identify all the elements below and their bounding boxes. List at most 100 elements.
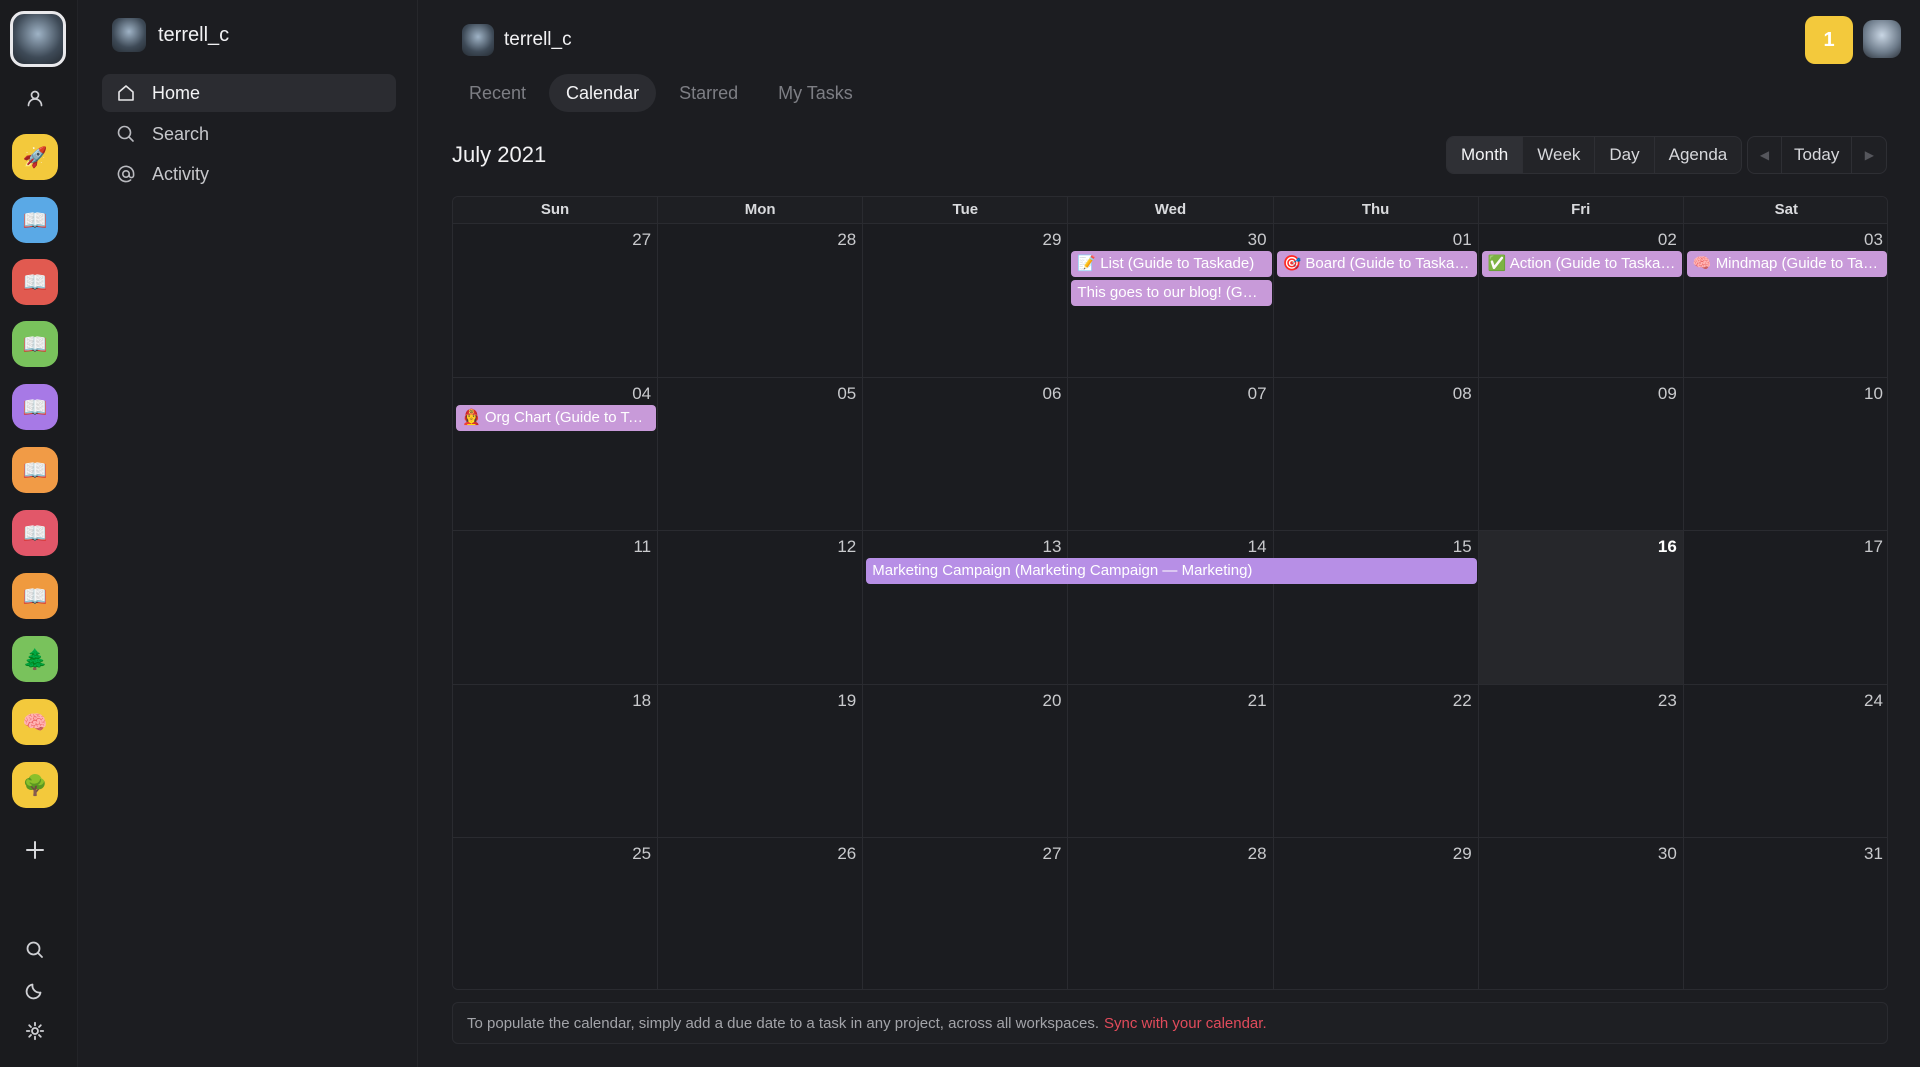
search-icon[interactable] (17, 932, 53, 968)
notification-badge[interactable]: 1 (1805, 16, 1853, 64)
rail-user-icon[interactable] (17, 80, 53, 116)
rail-book-icon[interactable]: 📖 (12, 259, 58, 305)
tab-calendar[interactable]: Calendar (549, 74, 657, 112)
day-number: 05 (837, 383, 857, 403)
calendar-event[interactable]: 📝 List (Guide to Taskade) (1071, 251, 1272, 277)
calendar-day-cell[interactable]: 27 (863, 837, 1069, 989)
previous-month-button[interactable]: ◀ (1748, 137, 1782, 173)
workspace-header[interactable]: terrell_c (462, 24, 572, 56)
calendar-day-cell[interactable]: 30 (1478, 837, 1684, 989)
calendar-day-cell[interactable]: 11 (453, 530, 659, 684)
calendar-event[interactable]: 🧠 Mindmap (Guide to Taskade) (1686, 251, 1887, 277)
sidebar-item-activity[interactable]: Activity (102, 155, 396, 193)
calendar-view-switcher: Month Week Day Agenda (1446, 136, 1743, 174)
profile-avatar[interactable] (10, 11, 66, 67)
calendar-day-cell[interactable]: 09 (1478, 376, 1684, 531)
sidebar-item-home[interactable]: Home (102, 74, 396, 112)
day-number: 30 (1657, 844, 1677, 864)
rail-book-icon[interactable]: 📖 (12, 384, 58, 430)
day-number: 27 (1042, 844, 1062, 864)
rail-book-icon[interactable]: 📖 (12, 447, 58, 493)
view-agenda-button[interactable]: Agenda (1655, 137, 1742, 173)
workspace-avatar (462, 24, 494, 56)
calendar-day-cell[interactable]: 21 (1068, 683, 1274, 838)
day-number: 28 (1247, 844, 1267, 864)
calendar-day-cell[interactable]: 10 (1683, 376, 1887, 531)
rail-tree-icon[interactable]: 🌲 (12, 636, 58, 682)
view-day-button[interactable]: Day (1595, 137, 1655, 173)
rail-tree-icon[interactable]: 🌳 (12, 762, 58, 808)
add-workspace-icon[interactable] (17, 832, 53, 868)
moon-icon[interactable] (17, 972, 53, 1008)
calendar-day-cell[interactable]: 16 (1478, 530, 1684, 684)
day-number: 15 (1452, 537, 1472, 557)
calendar-day-cell[interactable]: 04 (453, 376, 659, 531)
calendar-day-cell[interactable]: 19 (658, 683, 864, 838)
calendar-day-cell[interactable]: 12 (658, 530, 864, 684)
calendar-day-cell[interactable]: 02 (1478, 223, 1684, 377)
view-month-button[interactable]: Month (1447, 137, 1524, 173)
day-number: 31 (1864, 844, 1883, 864)
day-number: 07 (1247, 383, 1267, 403)
calendar-event[interactable]: ✅ Action (Guide to Taskade) (1481, 251, 1682, 277)
calendar-day-cell[interactable]: 24 (1683, 683, 1887, 838)
rail-book-icon[interactable]: 📖 (12, 197, 58, 243)
weekday-label: Thu (1274, 197, 1479, 223)
calendar-day-cell[interactable]: 27 (453, 223, 659, 377)
calendar-event[interactable]: 🎯 Board (Guide to Taskade) (1276, 251, 1477, 277)
calendar-day-cell[interactable]: 28 (1068, 837, 1274, 989)
calendar-event[interactable]: This goes to our blog! (Guide to Taskade… (1071, 280, 1272, 306)
calendar-event[interactable]: 👩‍🚒 Org Chart (Guide to Taskade) (456, 404, 657, 431)
calendar-day-cell[interactable]: 07 (1068, 376, 1274, 531)
tab-starred[interactable]: Starred (662, 74, 755, 112)
workspace-header[interactable]: terrell_c (112, 18, 229, 52)
calendar-day-cell[interactable]: 22 (1273, 683, 1479, 838)
home-icon (118, 85, 134, 101)
rail-book-icon[interactable]: 📖 (12, 510, 58, 556)
calendar-day-cell[interactable]: 15 (1273, 530, 1479, 684)
calendar-event[interactable]: Marketing Campaign (Marketing Campaign —… (866, 558, 1477, 585)
calendar-day-cell[interactable]: 17 (1683, 530, 1887, 684)
calendar-day-cell[interactable]: 20 (863, 683, 1069, 838)
workspace-avatar (112, 18, 146, 52)
calendar-day-cell[interactable]: 06 (863, 376, 1069, 531)
day-number: 22 (1452, 690, 1472, 710)
sync-calendar-link[interactable]: Sync with your calendar. (1104, 1015, 1267, 1032)
rail-brain-icon[interactable]: 🧠 (12, 699, 58, 745)
day-number: 29 (1042, 230, 1062, 249)
sidebar-item-search[interactable]: Search (102, 115, 396, 153)
gear-icon[interactable] (17, 1013, 53, 1049)
day-number: 04 (632, 383, 652, 403)
next-month-button[interactable]: ▶ (1852, 137, 1886, 173)
tab-my-tasks[interactable]: My Tasks (761, 74, 870, 112)
calendar-day-cell[interactable]: 03 (1683, 223, 1887, 377)
sidebar-item-label: Activity (152, 163, 210, 184)
calendar-day-cell[interactable]: 28 (658, 223, 864, 377)
calendar-day-cell[interactable]: 29 (863, 223, 1069, 377)
rail-book-icon[interactable]: 📖 (12, 573, 58, 619)
calendar-day-cell[interactable]: 31 (1683, 837, 1887, 989)
rail-rocket-icon[interactable]: 🚀 (12, 134, 58, 180)
calendar-day-cell[interactable]: 01 (1273, 223, 1479, 377)
today-button[interactable]: Today (1782, 137, 1853, 173)
weekday-label: Sun (453, 197, 659, 223)
calendar-day-cell[interactable]: 29 (1273, 837, 1479, 989)
day-number: 14 (1247, 537, 1267, 557)
user-avatar[interactable] (1863, 20, 1901, 58)
calendar-day-cell[interactable]: 18 (453, 683, 659, 838)
day-number: 16 (1657, 537, 1677, 557)
calendar-hint: To populate the calendar, simply add a d… (452, 1002, 1888, 1044)
weekday-label: Mon (658, 197, 864, 223)
calendar-day-cell[interactable]: 05 (658, 376, 864, 531)
calendar-grid: Sun Mon Tue Wed Thu Fri Sat 27 28 29 30 01 02 03 04 05… (452, 196, 1888, 990)
calendar-day-cell[interactable]: 26 (658, 837, 864, 989)
rail-book-icon[interactable]: 📖 (12, 321, 58, 367)
tab-recent[interactable]: Recent (452, 74, 543, 112)
calendar-day-cell[interactable]: 13 (863, 530, 1069, 684)
calendar-day-cell[interactable]: 08 (1273, 376, 1479, 531)
calendar-day-cell[interactable]: 25 (453, 837, 659, 989)
view-week-button[interactable]: Week (1523, 137, 1596, 173)
calendar-day-cell[interactable]: 23 (1478, 683, 1684, 838)
weekday-label: Sat (1774, 201, 1798, 218)
calendar-day-cell[interactable]: 14 (1068, 530, 1274, 684)
